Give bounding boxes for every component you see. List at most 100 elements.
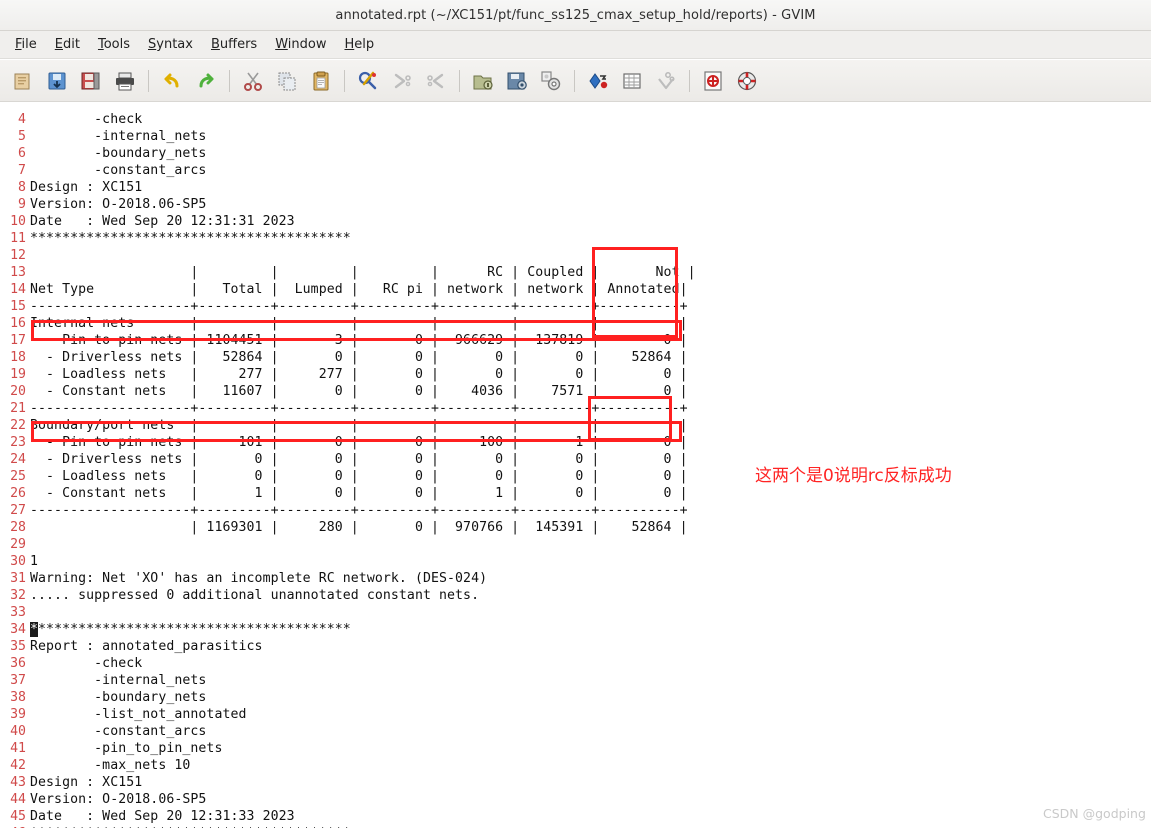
toolbar-run-script-button[interactable] <box>536 66 566 96</box>
line-text: - Driverless nets | 52864 | 0 | 0 | 0 | … <box>30 350 688 365</box>
line-text: Version: O-2018.06-SP5 <box>30 792 207 807</box>
line-number: 43 <box>10 775 26 790</box>
load-session-icon <box>472 70 494 92</box>
line-number: 9 <box>18 197 26 212</box>
line-text: | 1169301 | 280 | 0 | 970766 | 145391 | … <box>30 520 688 535</box>
toolbar-save-session-button[interactable] <box>502 66 532 96</box>
line-text: -max_nets 10 <box>30 758 191 773</box>
line-number: 14 <box>10 282 26 297</box>
make-icon <box>587 70 609 92</box>
gvim-window: annotated.rpt (~/XC151/pt/func_ss125_cma… <box>0 0 1151 828</box>
line-number: 34 <box>10 622 26 637</box>
toolbar-make-button[interactable] <box>583 66 613 96</box>
line-text: Internal nets | | | | | | | <box>30 316 688 331</box>
line-text: - Constant nets | 11607 | 0 | 0 | 4036 |… <box>30 384 688 399</box>
toolbar-find-next-button[interactable] <box>387 66 417 96</box>
toolbar-separator <box>344 69 345 92</box>
toolbar-separator <box>148 69 149 92</box>
line-number: 33 <box>10 605 26 620</box>
line-number: 19 <box>10 367 26 382</box>
undo-icon <box>161 70 183 92</box>
toolbar-cut-button[interactable] <box>238 66 268 96</box>
line-text: -internal_nets <box>30 673 207 688</box>
toolbar-shell-button[interactable] <box>617 66 647 96</box>
toolbar-save-all-button[interactable] <box>76 66 106 96</box>
toolbar-redo-button[interactable] <box>191 66 221 96</box>
toolbar-run-ctags-button[interactable] <box>651 66 681 96</box>
menu-accel-window: W <box>275 37 288 52</box>
line-number: 21 <box>10 401 26 416</box>
line-text: **************************************** <box>30 621 351 638</box>
toolbar-open-file-button[interactable] <box>8 66 38 96</box>
run-script-icon <box>540 70 562 92</box>
toolbar-save-file-button[interactable] <box>42 66 72 96</box>
copy-icon <box>276 70 298 92</box>
menu-bar: File Edit Tools Syntax Buffers Window Help <box>0 31 1151 59</box>
menu-item-syntax[interactable]: Syntax <box>139 34 202 55</box>
line-number: 36 <box>10 656 26 671</box>
line-number: 32 <box>10 588 26 603</box>
annotation-note-chinese: 这两个是0说明rc反标成功 <box>755 466 952 486</box>
line-number: 20 <box>10 384 26 399</box>
line-text: -check <box>30 112 143 127</box>
line-text: --------------------+---------+---------… <box>30 503 688 518</box>
line-number: 16 <box>10 316 26 331</box>
toolbar-paste-button[interactable] <box>306 66 336 96</box>
menu-label-tools: ools <box>103 37 130 52</box>
toolbar-undo-button[interactable] <box>157 66 187 96</box>
save-session-icon <box>506 70 528 92</box>
line-text: ..... suppressed 0 additional unannotate… <box>30 588 480 603</box>
toolbar-find-button[interactable] <box>353 66 383 96</box>
line-text: Net Type | Total | Lumped | RC pi | netw… <box>30 282 688 297</box>
toolbar-find-help-button[interactable] <box>732 66 762 96</box>
line-text: Boundary/port nets | | | | | | | <box>30 418 688 433</box>
line-number: 22 <box>10 418 26 433</box>
line-number: 12 <box>10 248 26 263</box>
line-number: 23 <box>10 435 26 450</box>
line-text: -list_not_annotated <box>30 707 247 722</box>
menu-item-window[interactable]: Window <box>266 34 335 55</box>
toolbar-copy-button[interactable] <box>272 66 302 96</box>
menu-label-syntax: yntax <box>156 37 193 52</box>
line-text: -internal_nets <box>30 129 207 144</box>
line-text: Warning: Net 'XO' has an incomplete RC n… <box>30 571 488 586</box>
shell-icon <box>621 70 643 92</box>
find-next-icon <box>391 70 413 92</box>
toolbar-load-session-button[interactable] <box>468 66 498 96</box>
line-number: 5 <box>18 129 26 144</box>
line-text: -constant_arcs <box>30 724 207 739</box>
line-number: 11 <box>10 231 26 246</box>
line-number: 13 <box>10 265 26 280</box>
text-cursor: * <box>30 622 39 637</box>
line-text: - Pin to pin nets | 101 | 0 | 0 | 100 | … <box>30 435 688 450</box>
toolbar-separator <box>689 69 690 92</box>
line-text: Date : Wed Sep 20 12:31:33 2023 <box>30 809 295 824</box>
line-text: Report : annotated_parasitics <box>30 639 263 654</box>
save-all-icon <box>80 70 102 92</box>
line-number: 17 <box>10 333 26 348</box>
line-text-after-cursor: *************************************** <box>38 622 351 637</box>
menu-label-edit: dit <box>63 37 80 52</box>
toolbar-print-button[interactable] <box>110 66 140 96</box>
line-number: 44 <box>10 792 26 807</box>
menu-item-file[interactable]: File <box>6 34 46 55</box>
menu-item-tools[interactable]: Tools <box>89 34 139 55</box>
line-number: 40 <box>10 724 26 739</box>
editor-text-area[interactable]: 4 -check 5 -internal_nets 6 -boundary_nets… <box>0 103 1151 828</box>
menu-label-file: ile <box>21 37 37 52</box>
menu-item-help[interactable]: Help <box>335 34 383 55</box>
line-text: -pin_to_pin_nets <box>30 741 223 756</box>
line-number: 37 <box>10 673 26 688</box>
line-number: 25 <box>10 469 26 484</box>
menu-item-edit[interactable]: Edit <box>46 34 89 55</box>
line-number: 42 <box>10 758 26 773</box>
toolbar-help-button[interactable] <box>698 66 728 96</box>
line-number: 24 <box>10 452 26 467</box>
find-help-icon <box>736 70 758 92</box>
line-text: -check <box>30 656 143 671</box>
line-number: 31 <box>10 571 26 586</box>
menu-item-buffers[interactable]: Buffers <box>202 34 266 55</box>
line-text: - Pin to pin nets | 1104451 | 3 | 0 | 96… <box>30 333 688 348</box>
toolbar-find-prev-button[interactable] <box>421 66 451 96</box>
line-number: 26 <box>10 486 26 501</box>
